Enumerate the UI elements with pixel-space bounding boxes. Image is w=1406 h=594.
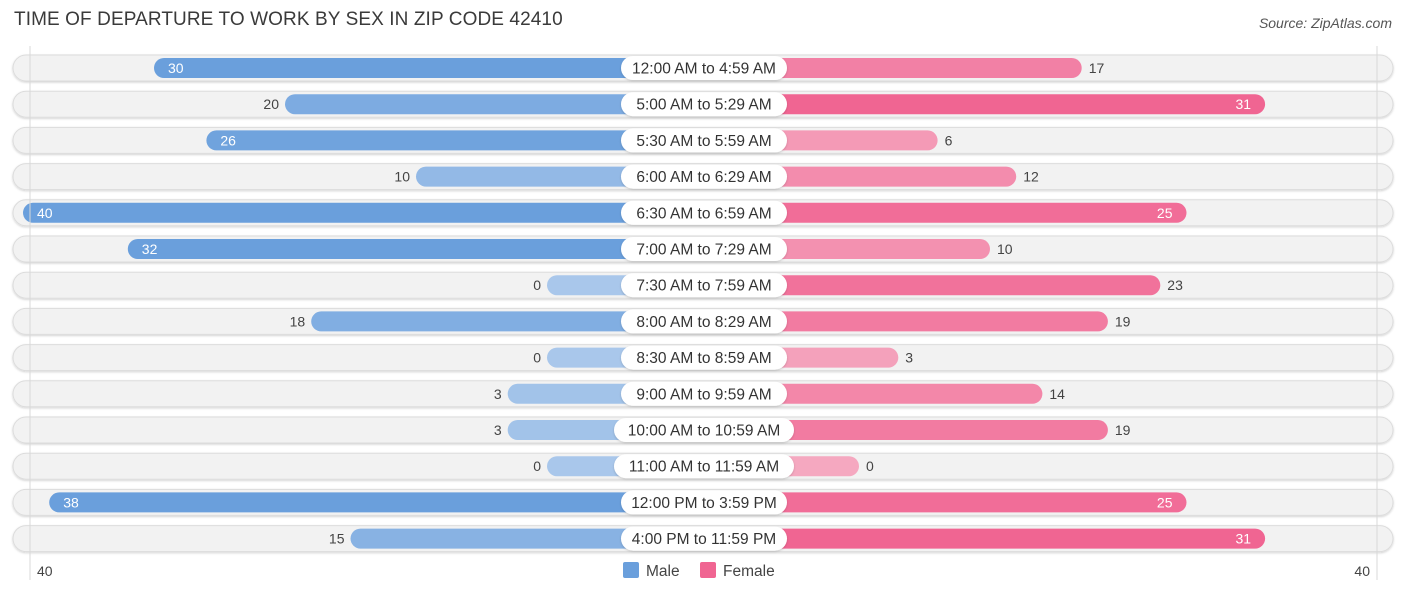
category-label: 12:00 AM to 4:59 AM (632, 61, 776, 78)
value-label-female: 25 (1157, 205, 1173, 221)
category-label: 4:00 PM to 11:59 PM (632, 531, 776, 548)
value-label-female: 23 (1167, 277, 1183, 293)
rows-layer: 12:00 AM to 4:59 AM30 175:00 AM to 5:29 A… (12, 54, 1394, 553)
value-label-female: 19 (1115, 313, 1131, 329)
category-label: 10:00 AM to 10:59 AM (628, 423, 781, 440)
chart-row: 4:00 PM to 11:59 PM 15 31 (12, 525, 1394, 553)
chart-row: 8:00 AM to 8:29 AM 18 19 (12, 307, 1394, 335)
category-label: 8:00 AM to 8:29 AM (636, 314, 771, 331)
value-label-female: 25 (1157, 494, 1173, 510)
value-label-male: 26 (220, 132, 236, 148)
category-label: 7:30 AM to 7:59 AM (636, 278, 771, 295)
chart: 12:00 AM to 4:59 AM30 175:00 AM to 5:29 A… (12, 46, 1394, 580)
chart-row: 10:00 AM to 10:59 AM 3 19 (12, 416, 1394, 444)
value-label-female: 12 (1023, 169, 1039, 185)
bar-female (703, 528, 1266, 549)
chart-row: 12:00 AM to 4:59 AM 30 17 (12, 54, 1394, 82)
category-label: 5:30 AM to 5:59 AM (636, 133, 771, 150)
value-label-male: 30 (168, 60, 184, 76)
value-label-male: 0 (533, 350, 541, 366)
legend-swatch-female (700, 562, 716, 578)
category-label: 9:00 AM to 9:59 AM (636, 386, 771, 403)
value-label-male: 20 (263, 96, 279, 112)
legend-swatch-male (623, 562, 639, 578)
value-label-male: 18 (290, 313, 306, 329)
category-label: 11:00 AM to 11:59 AM (629, 459, 779, 476)
chart-row: 7:00 AM to 7:29 AM 32 10 (12, 235, 1394, 263)
category-label: 8:30 AM to 8:59 AM (636, 350, 771, 367)
bar-female (703, 94, 1266, 115)
axis-tick-left: 40 (37, 563, 53, 579)
legend-label-female: Female (723, 563, 775, 580)
bar-male (127, 239, 704, 259)
value-label-male: 0 (533, 458, 541, 474)
axis-tick-right: 40 (1354, 563, 1370, 579)
chart-row: 11:00 AM to 11:59 AM 0 0 (12, 452, 1394, 480)
value-label-female: 3 (905, 350, 913, 366)
value-label-female: 14 (1049, 386, 1065, 402)
value-label-male: 38 (63, 494, 79, 510)
value-label-female: 31 (1236, 531, 1252, 547)
chart-row: 6:00 AM to 6:29 AM 10 12 (12, 163, 1394, 191)
value-label-male: 3 (494, 422, 502, 438)
value-label-male: 40 (37, 205, 53, 221)
chart-row: 5:00 AM to 5:29 AM 20 31 (12, 90, 1394, 118)
chart-row: 7:30 AM to 7:59 AM 0 23 (12, 271, 1394, 299)
chart-row: 12:00 PM to 3:59 PM 38 25 (12, 488, 1394, 516)
value-label-male: 32 (142, 241, 158, 257)
value-label-male: 3 (494, 386, 502, 402)
legend-label-male: Male (646, 563, 680, 580)
value-label-female: 10 (997, 241, 1013, 257)
bar-male (49, 492, 703, 513)
category-label: 12:00 PM to 3:59 PM (631, 495, 777, 512)
category-label: 6:30 AM to 6:59 AM (636, 205, 771, 222)
value-label-male: 10 (394, 169, 410, 185)
category-label: 6:00 AM to 6:29 AM (636, 169, 771, 186)
chart-row: 8:30 AM to 8:59 AM 0 3 (12, 344, 1394, 372)
chart-row: 5:30 AM to 5:59 AM 26 6 (12, 126, 1394, 154)
value-label-female: 17 (1089, 60, 1105, 76)
value-label-female: 31 (1236, 96, 1252, 112)
chart-row: 6:30 AM to 6:59 AM 40 25 (12, 199, 1394, 227)
value-label-male: 15 (329, 531, 345, 547)
value-label-female: 6 (945, 132, 953, 148)
category-label: 5:00 AM to 5:29 AM (636, 97, 771, 114)
chart-row: 9:00 AM to 9:59 AM 3 14 (12, 380, 1394, 408)
bar-male (23, 202, 703, 223)
value-label-female: 19 (1115, 422, 1131, 438)
value-label-male: 0 (533, 277, 541, 293)
bar-male (154, 58, 703, 78)
value-label-female: 0 (866, 458, 874, 474)
category-label: 7:00 AM to 7:29 AM (636, 242, 771, 259)
legend: Male Female (623, 562, 775, 580)
